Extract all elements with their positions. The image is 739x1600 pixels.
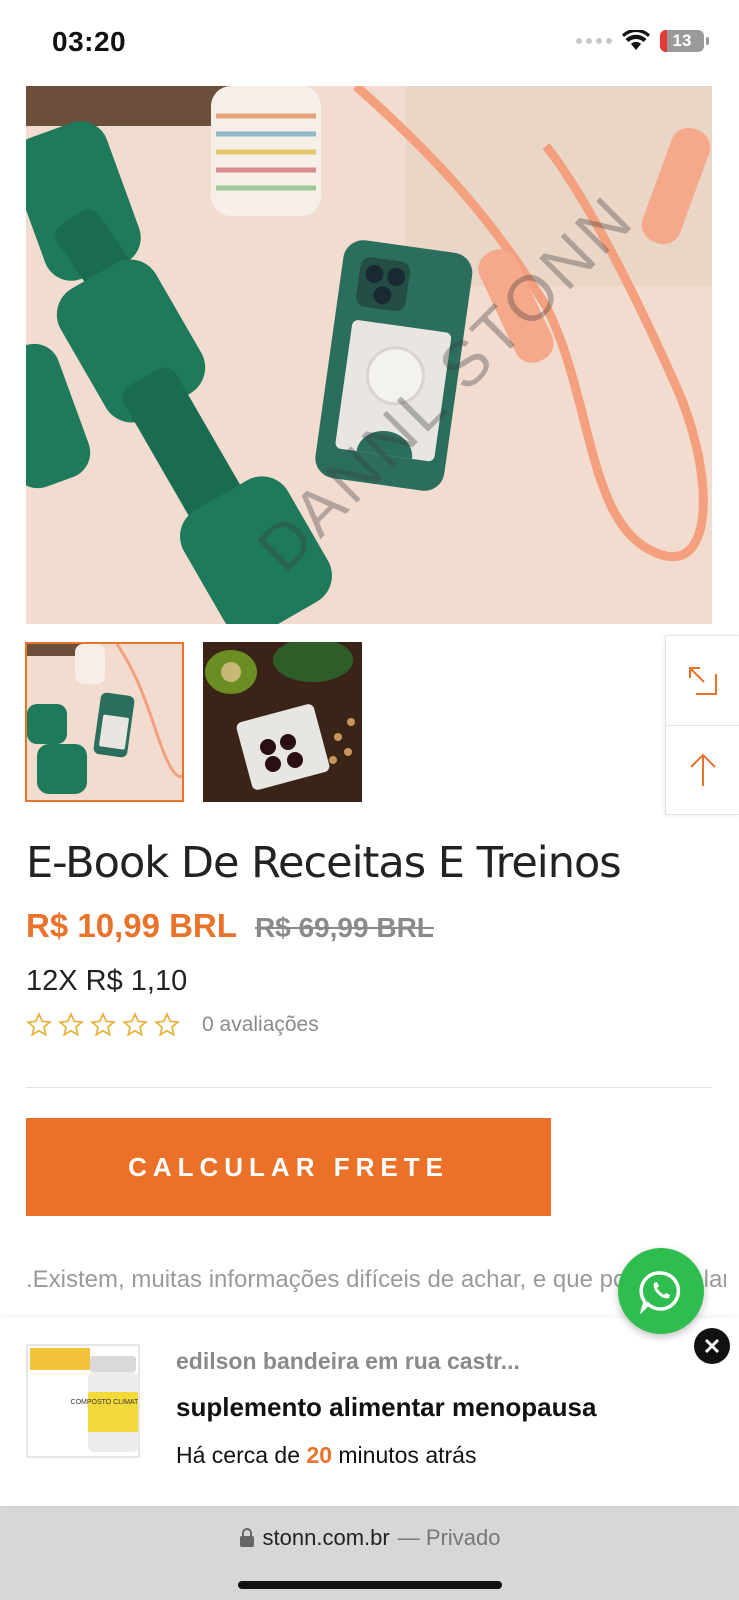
url-row[interactable]: stonn.com.br — Privado xyxy=(0,1525,739,1551)
browser-address-bar[interactable]: stonn.com.br — Privado xyxy=(0,1506,739,1600)
product-main-image[interactable]: DANNL STONN xyxy=(26,86,712,624)
price-current: R$ 10,99 BRL xyxy=(26,907,237,944)
product-title: E-Book De Receitas E Treinos xyxy=(26,838,622,888)
home-indicator[interactable] xyxy=(238,1581,502,1589)
arrow-up-icon xyxy=(690,753,716,786)
battery-level: 13 xyxy=(672,31,692,50)
star-icon xyxy=(154,1012,180,1037)
star-icon xyxy=(122,1012,148,1037)
status-icons: 13 xyxy=(576,30,709,52)
signal-icon xyxy=(576,38,612,44)
product-photo xyxy=(26,86,712,624)
rating-stars xyxy=(26,1012,180,1038)
price-old: R$ 69,99 BRL xyxy=(254,912,434,943)
wifi-icon xyxy=(622,30,650,50)
thumbnail-fitness-image xyxy=(27,644,182,800)
url-domain[interactable]: stonn.com.br xyxy=(263,1525,390,1551)
battery-icon: 13 xyxy=(660,30,704,52)
notification-product[interactable]: suplemento alimentar menopausa xyxy=(176,1392,596,1423)
battery-cap xyxy=(706,37,709,45)
bottle-label: COMPOSTO CLIMATÉRIO xyxy=(71,1397,138,1406)
whatsapp-button[interactable] xyxy=(618,1248,704,1334)
notification-buyer: edilson bandeira em rua castr... xyxy=(176,1348,520,1374)
star-icon xyxy=(90,1012,116,1037)
notification-time-value: 20 xyxy=(306,1442,332,1468)
star-icon xyxy=(58,1012,84,1037)
notification-close-button[interactable] xyxy=(694,1328,730,1364)
purchase-notification[interactable]: COMPOSTO CLIMATÉRIO edilson bandeira em … xyxy=(0,1318,739,1506)
thumbnail-fitness[interactable] xyxy=(25,642,184,802)
status-bar: 03:20 13 xyxy=(0,0,739,86)
notification-time: Há cerca de 20 minutos atrás xyxy=(176,1442,476,1469)
expand-icon xyxy=(689,666,717,695)
scroll-top-button[interactable] xyxy=(666,725,739,814)
supplement-bottle-image: COMPOSTO CLIMATÉRIO xyxy=(28,1346,138,1456)
notification-time-prefix: Há cerca de xyxy=(176,1442,307,1468)
close-icon xyxy=(704,1338,720,1354)
reviews-count[interactable]: 0 avaliações xyxy=(202,1013,319,1037)
notification-time-suffix: minutos atrás xyxy=(332,1442,477,1468)
installments: 12X R$ 1,10 xyxy=(26,965,188,997)
thumbnail-food-image xyxy=(203,642,362,802)
calculate-shipping-button[interactable]: CALCULAR FRETE xyxy=(26,1118,551,1216)
price-row: R$ 10,99 BRL R$ 69,99 BRL xyxy=(26,907,434,945)
expand-image-button[interactable] xyxy=(666,636,739,725)
url-privacy: — Privado xyxy=(397,1525,501,1550)
whatsapp-icon xyxy=(639,1271,681,1314)
lock-icon xyxy=(239,1528,254,1547)
thumbnail-food[interactable] xyxy=(203,642,362,802)
side-actions xyxy=(665,635,739,815)
status-time: 03:20 xyxy=(52,26,127,57)
rating[interactable]: 0 avaliações xyxy=(26,1012,319,1038)
divider xyxy=(26,1087,712,1088)
star-icon xyxy=(26,1012,52,1037)
notification-product-image: COMPOSTO CLIMATÉRIO xyxy=(26,1344,140,1458)
